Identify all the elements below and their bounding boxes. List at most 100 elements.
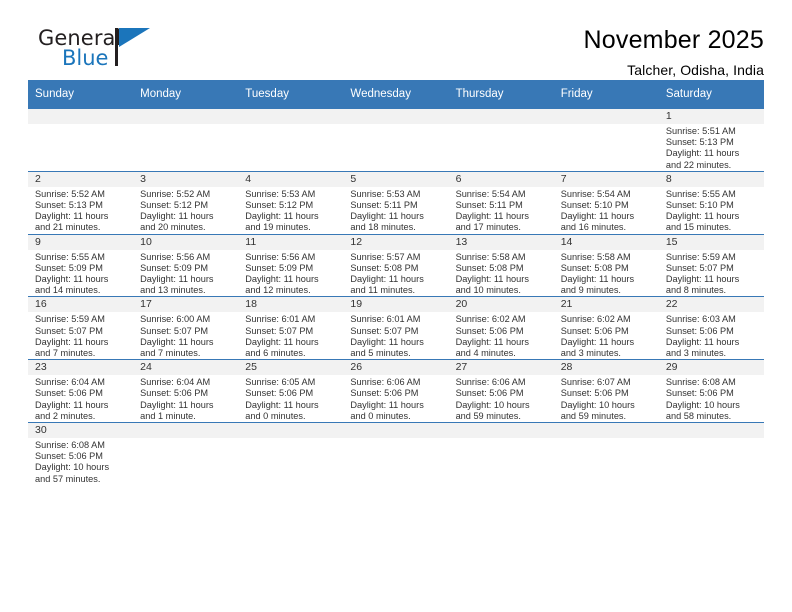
daylight-duration-line2: and 7 minutes. (140, 348, 201, 359)
day-details (554, 438, 659, 440)
calendar-day-cell[interactable]: 24 Sunrise: 6:04 AM Sunset: 5:06 PM Dayligh… (133, 359, 239, 423)
daylight-duration-line2: and 11 minutes. (350, 285, 416, 296)
calendar-cell-empty (658, 422, 764, 485)
calendar-day-cell[interactable]: 1 Sunrise: 5:51 AM Sunset: 5:13 PM Daylight… (658, 108, 764, 172)
general-blue-logo[interactable]: General Blue (28, 26, 150, 74)
sunset-time: Sunset: 5:06 PM (560, 325, 629, 336)
day-cell-inner: 30 Sunrise: 6:08 AM Sunset: 5:06 PM Dayligh… (28, 423, 134, 485)
day-details (133, 124, 238, 126)
calendar-cell-empty (343, 108, 449, 172)
calendar-week-row: 2 Sunrise: 5:52 AM Sunset: 5:13 PM Daylight… (28, 170, 764, 235)
day-details: Sunrise: 6:01 AM Sunset: 5:07 PM Daylight:… (238, 312, 343, 359)
day-details: Sunrise: 5:51 AM Sunset: 5:13 PM Daylight:… (659, 124, 764, 171)
page-title: November 2025 (583, 26, 764, 54)
daylight-duration-line1: Daylight: 11 hours (560, 336, 635, 347)
day-number: 17 (133, 297, 239, 313)
sunset-time: Sunset: 5:09 PM (245, 262, 314, 273)
sunrise-time: Sunrise: 6:08 AM (665, 377, 736, 388)
day-number: 11 (238, 234, 344, 250)
calendar-cell-empty (238, 108, 344, 172)
sunrise-time: Sunrise: 6:05 AM (245, 377, 316, 388)
page-header: General Blue November 2025 Talcher, Odis… (28, 0, 764, 78)
day-cell-inner: 8 Sunrise: 5:55 AM Sunset: 5:10 PM Daylight… (658, 171, 764, 234)
day-cell-inner: 12 Sunrise: 5:57 AM Sunset: 5:08 PM Dayligh… (343, 234, 449, 297)
calendar-day-cell[interactable]: 19 Sunrise: 6:01 AM Sunset: 5:07 PM Dayligh… (343, 296, 449, 360)
day-cell-inner (28, 109, 134, 171)
day-number: 3 (133, 171, 239, 187)
sunset-time: Sunset: 5:12 PM (245, 200, 314, 211)
sunrise-time: Sunrise: 5:59 AM (665, 251, 736, 262)
calendar-week-row: 23 Sunrise: 6:04 AM Sunset: 5:06 PM Dayligh… (28, 359, 764, 423)
calendar-cell-empty (343, 422, 449, 485)
day-details: Sunrise: 5:54 AM Sunset: 5:11 PM Daylight:… (449, 187, 554, 234)
logo-text-blue: Blue (62, 46, 109, 70)
calendar-day-cell[interactable]: 10 Sunrise: 5:56 AM Sunset: 5:09 PM Dayligh… (133, 233, 239, 297)
calendar-day-cell[interactable]: 29 Sunrise: 6:08 AM Sunset: 5:06 PM Dayligh… (658, 359, 764, 423)
calendar-day-cell[interactable]: 11 Sunrise: 5:56 AM Sunset: 5:09 PM Dayligh… (238, 233, 344, 297)
sunset-time: Sunset: 5:08 PM (350, 262, 419, 273)
day-cell-inner: 13 Sunrise: 5:58 AM Sunset: 5:08 PM Dayligh… (448, 234, 554, 297)
sunset-time: Sunset: 5:06 PM (35, 388, 103, 399)
calendar-day-cell[interactable]: 5 Sunrise: 5:53 AM Sunset: 5:11 PM Daylight… (343, 170, 449, 235)
day-number: 13 (448, 234, 554, 250)
daylight-duration-line1: Daylight: 11 hours (665, 148, 740, 159)
calendar-day-cell[interactable]: 25 Sunrise: 6:05 AM Sunset: 5:06 PM Dayligh… (238, 359, 344, 423)
daylight-duration-line2: and 3 minutes. (665, 348, 727, 359)
calendar-day-cell[interactable]: 4 Sunrise: 5:53 AM Sunset: 5:12 PM Daylight… (238, 170, 344, 235)
day-details: Sunrise: 5:53 AM Sunset: 5:11 PM Daylight:… (343, 187, 448, 234)
day-details: Sunrise: 5:58 AM Sunset: 5:08 PM Daylight:… (554, 250, 659, 297)
calendar-day-cell[interactable]: 7 Sunrise: 5:54 AM Sunset: 5:10 PM Daylight… (553, 170, 659, 235)
calendar-day-cell[interactable]: 20 Sunrise: 6:02 AM Sunset: 5:06 PM Dayligh… (448, 296, 554, 360)
sunset-time: Sunset: 5:11 PM (455, 200, 523, 211)
calendar-day-cell[interactable]: 21 Sunrise: 6:02 AM Sunset: 5:06 PM Dayligh… (553, 296, 659, 360)
calendar-day-cell[interactable]: 23 Sunrise: 6:04 AM Sunset: 5:06 PM Dayligh… (28, 359, 134, 423)
daylight-duration-line1: Daylight: 11 hours (35, 336, 109, 347)
day-details (28, 124, 133, 126)
calendar-day-cell[interactable]: 9 Sunrise: 5:55 AM Sunset: 5:09 PM Daylight… (28, 233, 134, 297)
calendar-day-cell[interactable]: 17 Sunrise: 6:00 AM Sunset: 5:07 PM Dayligh… (133, 296, 239, 360)
calendar-day-cell[interactable]: 15 Sunrise: 5:59 AM Sunset: 5:07 PM Dayligh… (658, 233, 764, 297)
calendar-day-cell[interactable]: 14 Sunrise: 5:58 AM Sunset: 5:08 PM Dayligh… (553, 233, 659, 297)
daylight-duration-line2: and 9 minutes. (560, 285, 621, 296)
calendar-day-cell[interactable]: 12 Sunrise: 5:57 AM Sunset: 5:08 PM Dayligh… (343, 233, 449, 297)
sunset-time: Sunset: 5:06 PM (665, 388, 734, 399)
daylight-duration-line1: Daylight: 11 hours (665, 274, 740, 285)
calendar-cell-empty (133, 422, 239, 485)
day-number: 30 (28, 423, 134, 439)
sunrise-time: Sunrise: 6:04 AM (140, 377, 211, 388)
sunset-time: Sunset: 5:07 PM (350, 325, 419, 336)
sunset-time: Sunset: 5:08 PM (455, 262, 524, 273)
sunset-time: Sunset: 5:07 PM (665, 262, 734, 273)
day-details (238, 438, 343, 440)
day-number: 1 (658, 109, 764, 124)
day-cell-inner: 9 Sunrise: 5:55 AM Sunset: 5:09 PM Daylight… (28, 234, 134, 297)
daylight-duration-line1: Daylight: 11 hours (245, 336, 319, 347)
sunrise-time: Sunrise: 5:53 AM (350, 188, 421, 199)
calendar-day-cell[interactable]: 2 Sunrise: 5:52 AM Sunset: 5:13 PM Daylight… (28, 170, 134, 235)
calendar-day-cell[interactable]: 18 Sunrise: 6:01 AM Sunset: 5:07 PM Dayligh… (238, 296, 344, 360)
calendar-day-cell[interactable]: 26 Sunrise: 6:06 AM Sunset: 5:06 PM Dayligh… (343, 359, 449, 423)
calendar-day-cell[interactable]: 13 Sunrise: 5:58 AM Sunset: 5:08 PM Dayligh… (448, 233, 554, 297)
calendar-day-cell[interactable]: 27 Sunrise: 6:06 AM Sunset: 5:06 PM Dayligh… (448, 359, 554, 423)
day-number (133, 109, 239, 124)
day-details: Sunrise: 6:05 AM Sunset: 5:06 PM Daylight:… (238, 375, 343, 422)
day-details: Sunrise: 5:52 AM Sunset: 5:12 PM Daylight:… (133, 187, 238, 234)
day-details: Sunrise: 5:58 AM Sunset: 5:08 PM Daylight:… (449, 250, 554, 297)
calendar-day-cell[interactable]: 3 Sunrise: 5:52 AM Sunset: 5:12 PM Daylight… (133, 170, 239, 235)
calendar-day-cell[interactable]: 30 Sunrise: 6:08 AM Sunset: 5:06 PM Dayligh… (28, 422, 134, 485)
calendar-week-row: 1 Sunrise: 5:51 AM Sunset: 5:13 PM Daylight… (28, 108, 764, 172)
day-details: Sunrise: 5:57 AM Sunset: 5:08 PM Daylight:… (343, 250, 448, 297)
calendar-day-cell[interactable]: 22 Sunrise: 6:03 AM Sunset: 5:06 PM Dayligh… (658, 296, 764, 360)
calendar-day-cell[interactable]: 6 Sunrise: 5:54 AM Sunset: 5:11 PM Daylight… (448, 170, 554, 235)
calendar-day-cell[interactable]: 28 Sunrise: 6:07 AM Sunset: 5:06 PM Dayligh… (553, 359, 659, 423)
daylight-duration-line1: Daylight: 11 hours (350, 274, 424, 285)
calendar-day-cell[interactable]: 16 Sunrise: 5:59 AM Sunset: 5:07 PM Dayligh… (28, 296, 134, 360)
title-block: November 2025 Talcher, Odisha, India (584, 26, 764, 78)
day-cell-inner: 4 Sunrise: 5:53 AM Sunset: 5:12 PM Daylight… (238, 171, 344, 234)
day-number (448, 109, 554, 124)
sunset-time: Sunset: 5:06 PM (455, 388, 524, 399)
day-number: 28 (553, 360, 659, 376)
calendar-day-cell[interactable]: 8 Sunrise: 5:55 AM Sunset: 5:10 PM Daylight… (658, 170, 764, 235)
weekday-header-wednesday: Wednesday (343, 80, 449, 109)
logo-vertical-bar-icon (115, 28, 118, 66)
